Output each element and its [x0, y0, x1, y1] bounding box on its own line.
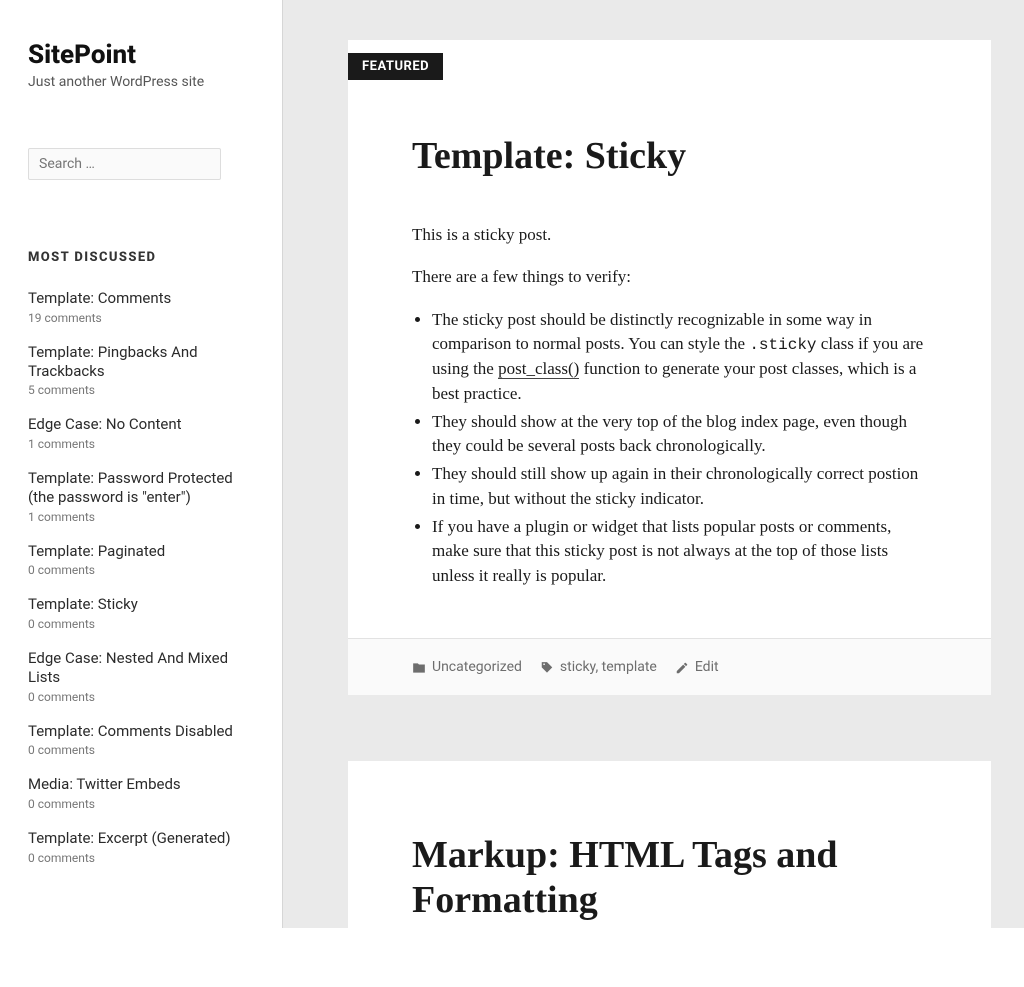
- list-item-link[interactable]: Template: Paginated: [28, 542, 250, 561]
- post-title-link[interactable]: Markup: HTML Tags and Formatting: [412, 834, 838, 921]
- bullet-item: If you have a plugin or widget that list…: [432, 515, 927, 588]
- tag-link[interactable]: template: [602, 659, 657, 675]
- list-item-link[interactable]: Template: Comments Disabled: [28, 722, 250, 741]
- sidebar: SitePoint Just another WordPress site MO…: [0, 0, 283, 928]
- link-post-class[interactable]: post_class(): [498, 359, 579, 379]
- list-item-meta: 0 comments: [28, 617, 250, 631]
- list-item-meta: 1 comments: [28, 510, 250, 524]
- list-item: Template: Excerpt (Generated) 0 comments: [28, 829, 250, 865]
- list-item-link[interactable]: Template: Password Protected (the passwo…: [28, 469, 250, 507]
- most-discussed-list: Template: Comments 19 comments Template:…: [28, 289, 250, 865]
- list-item-meta: 0 comments: [28, 743, 250, 757]
- list-item-link[interactable]: Template: Sticky: [28, 595, 250, 614]
- list-item-meta: 1 comments: [28, 437, 250, 451]
- list-item-meta: 0 comments: [28, 563, 250, 577]
- list-item: Edge Case: No Content 1 comments: [28, 415, 250, 451]
- list-item-meta: 19 comments: [28, 311, 250, 325]
- list-item: Edge Case: Nested And Mixed Lists 0 comm…: [28, 649, 250, 704]
- edit-group: Edit: [675, 659, 719, 675]
- list-item-meta: 0 comments: [28, 797, 250, 811]
- site-tagline: Just another WordPress site: [28, 74, 250, 90]
- tags-group: sticky, template: [540, 659, 657, 675]
- bullet-list: The sticky post should be distinctly rec…: [412, 308, 927, 588]
- pencil-icon: [675, 661, 689, 675]
- category-link[interactable]: Uncategorized: [432, 659, 522, 675]
- featured-badge: FEATURED: [348, 53, 443, 80]
- post-sticky: FEATURED Template: Sticky This is a stic…: [348, 40, 991, 695]
- list-item: Template: Sticky 0 comments: [28, 595, 250, 631]
- tag-icon: [540, 661, 554, 675]
- post-body: Template: Sticky This is a sticky post. …: [348, 40, 991, 638]
- list-item-meta: 5 comments: [28, 383, 250, 397]
- list-item-link[interactable]: Template: Comments: [28, 289, 250, 308]
- list-item: Template: Comments Disabled 0 comments: [28, 722, 250, 758]
- list-item: Template: Comments 19 comments: [28, 289, 250, 325]
- list-item-meta: 0 comments: [28, 851, 250, 865]
- paragraph: This is a sticky post.: [412, 223, 927, 248]
- bullet-item: They should still show up again in their…: [432, 462, 927, 511]
- edit-link[interactable]: Edit: [695, 659, 719, 675]
- folder-icon: [412, 661, 426, 675]
- list-item-link[interactable]: Edge Case: No Content: [28, 415, 250, 434]
- post-body: Markup: HTML Tags and Formatting: [348, 761, 991, 987]
- post-title-link[interactable]: Template: Sticky: [412, 135, 686, 177]
- list-item: Template: Pingbacks And Trackbacks 5 com…: [28, 343, 250, 398]
- post-title: Markup: HTML Tags and Formatting: [412, 833, 927, 923]
- list-item: Template: Paginated 0 comments: [28, 542, 250, 578]
- post-markup: Markup: HTML Tags and Formatting: [348, 761, 991, 987]
- search-input[interactable]: [28, 148, 221, 180]
- category-group: Uncategorized: [412, 659, 522, 675]
- list-item-link[interactable]: Template: Pingbacks And Trackbacks: [28, 343, 250, 381]
- list-item-link[interactable]: Edge Case: Nested And Mixed Lists: [28, 649, 250, 687]
- list-item: Media: Twitter Embeds 0 comments: [28, 775, 250, 811]
- post-title: Template: Sticky: [412, 134, 927, 179]
- code: .sticky: [749, 336, 816, 354]
- bullet-item: They should show at the very top of the …: [432, 410, 927, 459]
- list-item-link[interactable]: Template: Excerpt (Generated): [28, 829, 250, 848]
- main-content: FEATURED Template: Sticky This is a stic…: [283, 0, 1024, 928]
- list-item-meta: 0 comments: [28, 690, 250, 704]
- list-item: Template: Password Protected (the passwo…: [28, 469, 250, 524]
- tag-link[interactable]: sticky: [560, 659, 596, 675]
- bullet-item: The sticky post should be distinctly rec…: [432, 308, 927, 406]
- post-content: This is a sticky post. There are a few t…: [412, 223, 927, 588]
- post-footer: Uncategorized sticky, template Edit: [348, 638, 991, 695]
- site-title[interactable]: SitePoint: [28, 40, 250, 70]
- widget-title-most-discussed: MOST DISCUSSED: [28, 250, 250, 265]
- list-item-link[interactable]: Media: Twitter Embeds: [28, 775, 250, 794]
- paragraph: There are a few things to verify:: [412, 265, 927, 290]
